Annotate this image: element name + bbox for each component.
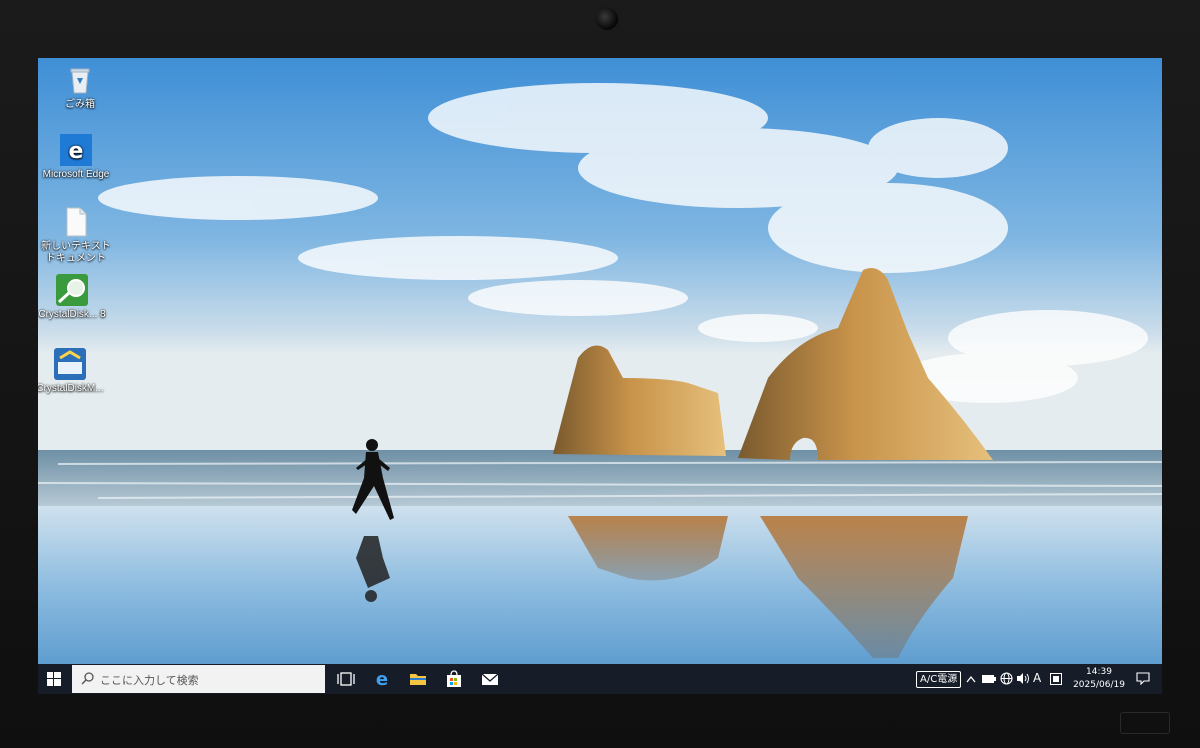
taskbar-store-button[interactable] bbox=[436, 664, 472, 694]
taskbar-clock[interactable]: 14:39 2025/06/19 bbox=[1068, 666, 1130, 692]
taskbar: ここに入力して検索 e A/C電源 A 14:39 2025/06/19 bbox=[38, 664, 1162, 694]
search-icon bbox=[81, 672, 94, 685]
taskbar-file-explorer-button[interactable] bbox=[400, 664, 436, 694]
battery-button[interactable] bbox=[982, 664, 996, 694]
taskbar-edge-button[interactable]: e bbox=[364, 664, 400, 694]
text-document-label: 新しいテキスト ドキュメント bbox=[41, 241, 111, 264]
edge-icon: e bbox=[60, 134, 92, 166]
clock-date: 2025/06/19 bbox=[1073, 680, 1125, 690]
crystaldiskinfo-label: CrystalDisk... 8 bbox=[38, 309, 106, 320]
desktop-icon-text-document[interactable]: 新しいテキスト ドキュメント bbox=[38, 206, 114, 265]
speaker-icon bbox=[1017, 673, 1029, 684]
desktop-wallpaper bbox=[38, 58, 1162, 664]
edge-icon: e bbox=[376, 670, 388, 688]
recycle-bin-label: ごみ箱 bbox=[65, 99, 95, 110]
volume-button[interactable] bbox=[1016, 664, 1032, 694]
svg-text:e: e bbox=[69, 139, 84, 164]
globe-icon bbox=[1000, 672, 1013, 685]
webcam bbox=[596, 8, 618, 30]
show-hidden-icons-button[interactable] bbox=[966, 664, 978, 694]
file-explorer-icon bbox=[410, 674, 426, 685]
desktop-icon-edge[interactable]: e Microsoft Edge bbox=[38, 134, 114, 181]
task-view-button[interactable] bbox=[328, 664, 364, 694]
chevron-up-icon bbox=[966, 675, 976, 683]
search-placeholder: ここに入力して検索 bbox=[100, 674, 199, 687]
store-icon bbox=[447, 670, 461, 687]
taskbar-mail-button[interactable] bbox=[472, 664, 508, 694]
battery-icon bbox=[982, 675, 996, 683]
ime-pad-icon bbox=[1050, 673, 1062, 685]
start-button[interactable] bbox=[38, 664, 70, 694]
network-button[interactable] bbox=[1000, 664, 1014, 694]
action-center-button[interactable] bbox=[1132, 664, 1154, 694]
desktop-screen: ごみ箱 e Microsoft Edge 新しいテキスト ドキュメント Crys… bbox=[38, 58, 1162, 694]
ime-mode-indicator[interactable]: A bbox=[1033, 671, 1041, 685]
desktop-icon-crystaldiskinfo[interactable]: CrystalDisk... 8 bbox=[38, 274, 110, 321]
crystaldiskmark-label: CrystalDiskM... bbox=[38, 383, 104, 394]
ime-options-button[interactable] bbox=[1050, 664, 1064, 694]
power-source-badge[interactable]: A/C電源 bbox=[916, 671, 962, 688]
clock-time: 14:39 bbox=[1086, 667, 1112, 677]
edge-label: Microsoft Edge bbox=[42, 169, 110, 180]
taskbar-search-box[interactable]: ここに入力して検索 bbox=[72, 665, 325, 693]
bezel-badge bbox=[1120, 712, 1170, 734]
desktop-icon-crystaldiskmark[interactable]: CrystalDiskM... bbox=[38, 348, 108, 395]
svg-text:e: e bbox=[376, 670, 388, 688]
text-document-icon bbox=[60, 206, 92, 238]
notification-icon bbox=[1136, 672, 1150, 685]
desktop-icon-recycle-bin[interactable]: ごみ箱 bbox=[42, 64, 118, 111]
task-view-icon bbox=[337, 672, 355, 686]
mail-icon bbox=[481, 673, 499, 685]
windows-logo-icon bbox=[47, 672, 61, 686]
crystaldiskinfo-icon bbox=[56, 274, 88, 306]
crystaldiskmark-icon bbox=[54, 348, 86, 380]
recycle-bin-icon bbox=[64, 64, 96, 96]
